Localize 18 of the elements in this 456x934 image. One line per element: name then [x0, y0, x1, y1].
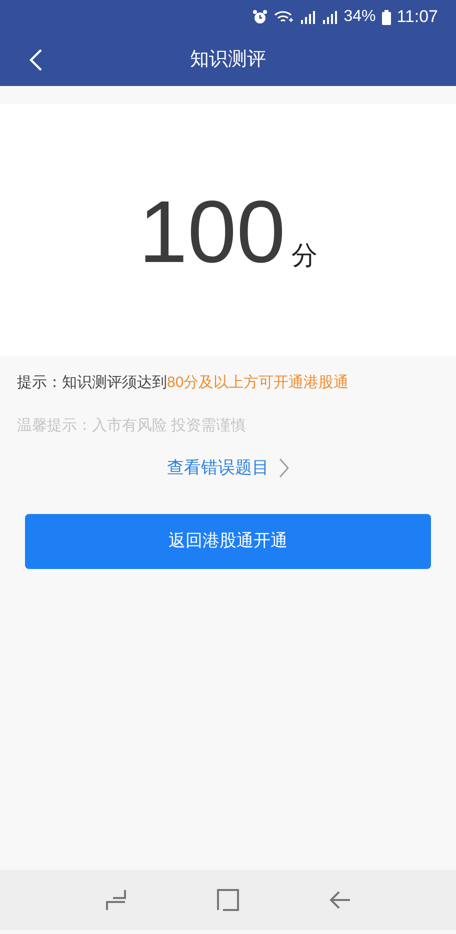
- hint-text: 提示：知识测评须达到80分及以上方可开通港股通: [17, 373, 350, 393]
- home-icon[interactable]: [217, 889, 239, 911]
- score-unit: 分: [291, 242, 318, 268]
- alarm-icon: [252, 9, 268, 25]
- wifi-icon: [274, 10, 294, 24]
- battery-percent: 34%: [344, 7, 376, 27]
- chevron-right-icon: [279, 458, 289, 478]
- back-icon[interactable]: [329, 890, 351, 910]
- recent-apps-icon[interactable]: [105, 889, 127, 911]
- signal-icon: [300, 10, 316, 24]
- return-button[interactable]: 返回港股通开通: [25, 514, 431, 568]
- chevron-left-icon: [29, 48, 43, 72]
- score-value: 100: [138, 188, 286, 276]
- review-link[interactable]: 查看错误题目: [167, 455, 289, 480]
- battery-icon: [382, 10, 391, 24]
- page-title: 知识测评: [190, 48, 266, 72]
- status-time: 11:07: [396, 6, 438, 28]
- signal-icon: [322, 10, 338, 24]
